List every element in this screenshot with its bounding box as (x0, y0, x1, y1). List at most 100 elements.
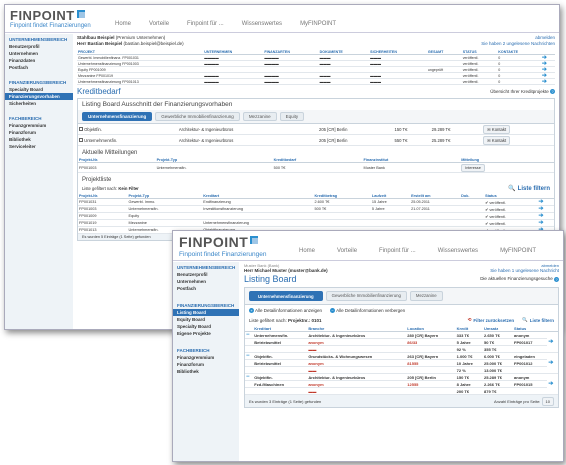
tab-mezzanine[interactable]: Mezzanine (409, 291, 443, 301)
tab-mezzanine[interactable]: Mezzanine (242, 112, 277, 121)
reset-filter-button[interactable]: ⟲ Filter zurücksetzen (468, 317, 515, 323)
project-contacts: 0 (497, 78, 541, 85)
sidebar-item-benutzerprofil[interactable]: Benutzerprofil (173, 271, 239, 278)
table-row[interactable]: Unternehmensfin. Architektur- & Ingenieur… (78, 134, 554, 146)
help-icon[interactable]: ? (554, 276, 559, 282)
collapse-icon[interactable]: − (245, 373, 254, 382)
row-checkbox[interactable] (79, 127, 83, 132)
unread-messages-link[interactable]: Sie haben 1 ungelesene Nachricht (490, 268, 559, 273)
table-row[interactable]: − Unternehmensfin. Architektur- & Ingenie… (245, 331, 558, 354)
magnifier-icon: 🔍 (522, 317, 528, 323)
sidebar-section-title: UNTERNEHMENSBEREICH (177, 265, 236, 270)
company-name: Stahlbau Beispiel (77, 35, 115, 40)
tab-gewerbliche-immobilienfinanzierung[interactable]: Gewerbliche Immobilienfinanzierung (325, 291, 407, 301)
open-arrow-icon[interactable]: ➔ (537, 205, 554, 213)
nav-home[interactable]: Home (299, 248, 315, 254)
listing-table: Kreditart Branche Location Kredit Umsatz… (245, 325, 558, 396)
collapse-icon[interactable]: − (245, 352, 254, 361)
sidebar-section-title: FACHBEREICH (9, 116, 42, 121)
tab-unternehmensfinanzierung[interactable]: Unternehmensfinanzierung (82, 112, 153, 121)
unread-messages-link[interactable]: Sie haben 2 ungelesene Nachrichten (481, 41, 555, 46)
sidebar-item-finanzdaten[interactable]: Finanzdaten (5, 57, 73, 64)
table-row[interactable]: FP001009 Equity ✔ veröffentl. ➔ (78, 212, 554, 220)
overview-link[interactable]: Übersicht Ihrer Kreditprojekte ? (490, 89, 555, 95)
finpoint-logo[interactable]: FINPOINT (179, 234, 259, 250)
sidebar-item-unternehmen[interactable]: Unternehmen (173, 278, 239, 285)
project-name[interactable]: Unternehmensfinanzierung FP001013 (77, 78, 204, 85)
nav-finpoint-fuer[interactable]: Finpoint für ... (379, 248, 416, 254)
logout-link[interactable]: abmelden (535, 35, 555, 40)
filter-button[interactable]: 🔍 Liste filtern (522, 317, 554, 323)
open-arrow-icon[interactable]: ➔ (540, 78, 555, 85)
show-details-link[interactable]: + Alle Detailinformationen anzeigen (249, 308, 322, 314)
table-row[interactable]: FP001003 Unternehmensfin. Investitionsfina… (78, 205, 554, 213)
nav-wissenswertes[interactable]: Wissenswertes (438, 248, 478, 254)
tab-unternehmensfinanzierung[interactable]: Unternehmensfinanzierung (249, 291, 323, 301)
table-row[interactable]: Objektfin. Architektur- & Ingenieurbüros 2… (78, 124, 554, 135)
message-status[interactable]: Interesse (461, 163, 485, 172)
sidebar-item-benutzerprofil[interactable]: Benutzerprofil (5, 43, 73, 50)
sidebar-item-finanzgremmium[interactable]: Finanzgremmium (5, 122, 73, 129)
table-row[interactable]: FP001019 Mezzanine Unternehmensfinanzierun… (78, 219, 554, 227)
company-note: (Premium Unternehmen) (115, 35, 166, 40)
table-row[interactable]: FP001031 Gewerbl. Immo. Endfinanzierung 2.6… (78, 198, 554, 206)
tab-gewerbliche-immobilienfinanzierung[interactable]: Gewerbliche Immobilienfinanzierung (155, 112, 240, 121)
open-arrow-icon[interactable]: ➔ (547, 352, 558, 375)
nav-myfinpoint[interactable]: MyFINPOINT (500, 248, 536, 254)
sidebar-item-specialty-board[interactable]: Specialty Board (5, 86, 73, 93)
favorites-link[interactable]: Die aktuellen Finanzierungsgesuche ? (480, 276, 559, 282)
sidebar: UNTERNEHMENSBEREICH Benutzerprofil Unter… (5, 34, 73, 329)
contact-button[interactable]: ✉ Kontakt (483, 135, 511, 145)
user-name: Herr Bastian Beispiel (77, 41, 123, 46)
listing-board-panel: Listing Board Ausschnitt der Finanzierun… (77, 98, 555, 241)
sidebar-item-equity-board[interactable]: Equity Board (173, 316, 239, 323)
open-arrow-icon[interactable]: ➔ (547, 331, 558, 354)
hide-details-link[interactable]: − Alle Detailinformationen verbergen (330, 308, 405, 314)
table-row[interactable]: FP001003 Unternehmensfin. 500 T€ Muster Ban… (78, 162, 554, 173)
header: FINPOINT Finpoint findet Finanzierungen … (173, 231, 563, 261)
row-checkbox[interactable] (79, 138, 83, 143)
open-arrow-icon[interactable]: ➔ (537, 198, 554, 206)
table-row[interactable]: − Objektfin. Grundstücks- & Wohnungswesen… (245, 352, 558, 375)
sidebar-item-bibliothek[interactable]: Bibliothek (5, 136, 73, 143)
filter-button[interactable]: 🔍 Liste filtern (508, 185, 550, 193)
top-nav: Home Vorteile Finpoint für ... Wissenswe… (299, 248, 536, 254)
collapse-icon[interactable]: − (245, 331, 254, 340)
nav-vorteile[interactable]: Vorteile (149, 21, 169, 27)
per-page-select[interactable]: 10 (541, 396, 554, 406)
open-arrow-icon[interactable]: ➔ (547, 373, 558, 396)
sidebar-item-serviceleiter[interactable]: Serviceleiter (5, 143, 73, 150)
sidebar-item-eigene-projekte[interactable]: Eigene Projekte (173, 330, 239, 337)
nav-home[interactable]: Home (115, 21, 131, 27)
nav-wissenswertes[interactable]: Wissenswertes (242, 21, 282, 27)
sidebar-item-specialty-board[interactable]: Specialty Board (173, 323, 239, 330)
table-row-detail: ▬▬ 72 % 13.000 T€ (245, 366, 558, 375)
open-arrow-icon[interactable]: ➔ (537, 219, 554, 227)
sidebar-item-finanzforum[interactable]: Finanzforum (173, 361, 239, 368)
nav-vorteile[interactable]: Vorteile (337, 248, 357, 254)
table-row-detail: Fzd./Maschinen anonym 12555 8 Jahre 2.266 T€… (245, 380, 558, 389)
tagline: Finpoint findet Finanzierungen (10, 23, 91, 29)
messages-table: Projekt-Nr. Projekt-Typ Kreditbedarf Fin… (78, 157, 554, 173)
table-row[interactable]: Unternehmensfinanzierung FP001013 ▬▬▬▬ ▬▬▬… (77, 78, 555, 85)
sidebar-item-sicherheiten[interactable]: Sicherheiten (5, 100, 73, 107)
help-icon[interactable]: ? (550, 89, 555, 95)
result-count: Es wurden 3 Einträge (1 Seite) gefunden (249, 398, 322, 404)
sidebar-item-finanzierungsvorhaben[interactable]: Finanzierungsvorhaben (5, 93, 73, 100)
sidebar-item-listing-board[interactable]: Listing Board (173, 309, 239, 316)
open-arrow-icon[interactable]: ➔ (537, 212, 554, 220)
sidebar-item-finanzgremmium[interactable]: Finanzgremmium (173, 354, 239, 361)
sidebar-item-unternehmen[interactable]: Unternehmen (5, 50, 73, 57)
finpoint-logo[interactable]: FINPOINT (10, 8, 85, 23)
nav-myfinpoint[interactable]: MyFINPOINT (300, 21, 336, 27)
user-email: (bastian.beispiel@beispiel.de) (123, 41, 184, 46)
header: FINPOINT Finpoint findet Finanzierungen … (5, 5, 559, 33)
tab-equity[interactable]: Equity (279, 112, 305, 121)
sidebar-item-bibliothek[interactable]: Bibliothek (173, 368, 239, 375)
sidebar-item-postfach[interactable]: Postfach (173, 285, 239, 292)
contact-button[interactable]: ✉ Kontakt (483, 124, 511, 134)
nav-finpoint-fuer[interactable]: Finpoint für ... (187, 21, 224, 27)
table-row[interactable]: − Objektfin. Architektur- & Ingenieurbüro… (245, 373, 558, 396)
sidebar-item-finanzforum[interactable]: Finanzforum (5, 129, 73, 136)
sidebar-item-postfach[interactable]: Postfach (5, 64, 73, 71)
